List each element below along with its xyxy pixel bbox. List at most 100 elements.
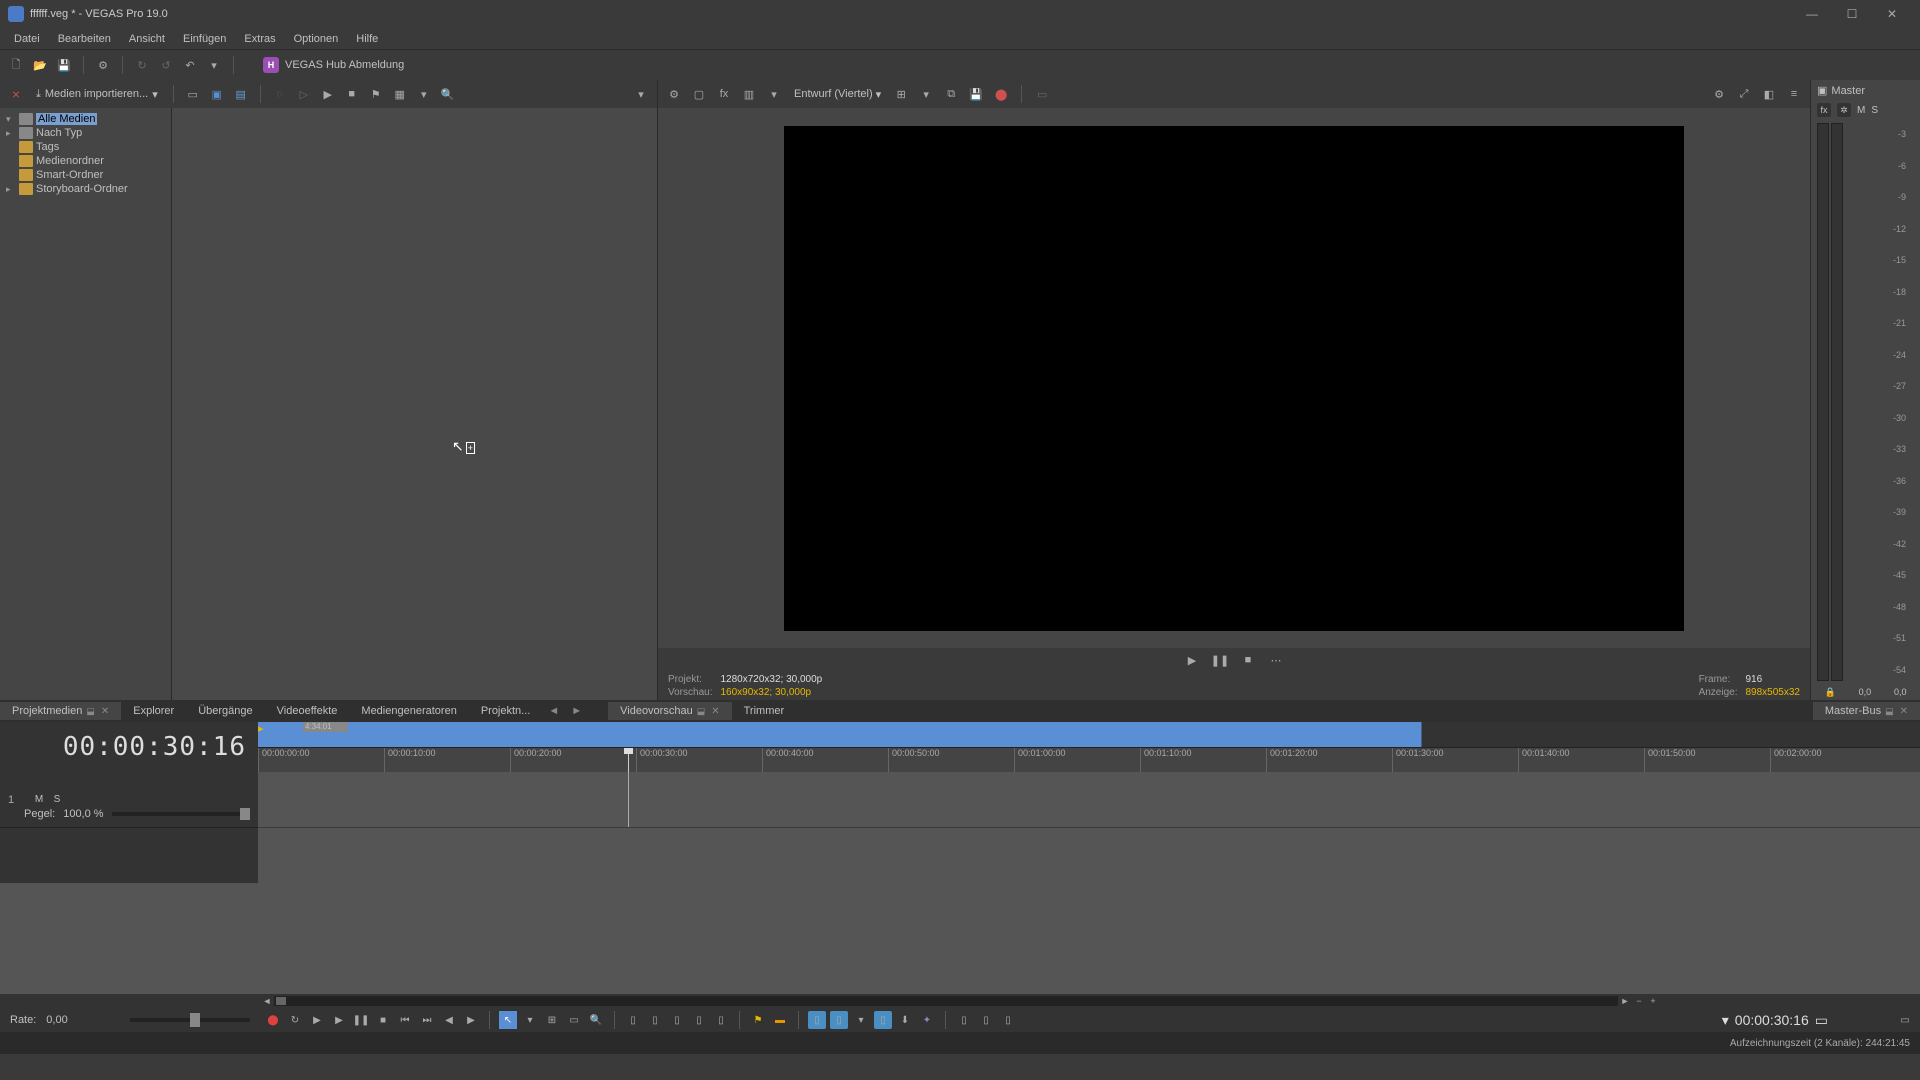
tool-drop-icon[interactable]: ▾: [521, 1011, 539, 1029]
track-mute-button[interactable]: M: [32, 794, 46, 805]
media-drop-area[interactable]: ↖+: [172, 108, 657, 700]
capture-icon[interactable]: ▭: [183, 84, 203, 104]
zoom-in-icon[interactable]: +: [1646, 996, 1660, 1006]
media-fx-icon[interactable]: ▤: [231, 84, 251, 104]
preview-settings-icon[interactable]: ⚙: [664, 84, 684, 104]
loop-region[interactable]: ▸ 4:34:01: [258, 722, 1920, 748]
zoom-out-icon[interactable]: −: [1632, 996, 1646, 1006]
normal-edit-tool[interactable]: ↖: [499, 1011, 517, 1029]
tree-alle-medien[interactable]: ▾Alle Medien: [2, 112, 169, 126]
adjust1-icon[interactable]: ⤢: [1734, 84, 1754, 104]
autofade-button[interactable]: ▯: [874, 1011, 892, 1029]
tab-trimmer[interactable]: Trimmer: [732, 702, 797, 720]
play-media-icon[interactable]: ▶: [318, 84, 338, 104]
maximize-button[interactable]: ☐: [1832, 2, 1872, 26]
horizontal-scrollbar[interactable]: [274, 996, 1618, 1006]
expand-icon[interactable]: ▸: [6, 128, 16, 139]
scroll-left-icon[interactable]: ◄: [260, 996, 274, 1006]
selection-tag[interactable]: 4:34:01: [303, 722, 348, 732]
menu-hilfe[interactable]: Hilfe: [347, 31, 387, 47]
stop-button[interactable]: ■: [374, 1011, 392, 1029]
undo-icon[interactable]: ↶: [180, 55, 200, 75]
tab-mediengeneratoren[interactable]: Mediengeneratoren: [349, 702, 468, 720]
master-fx-button[interactable]: fx: [1817, 103, 1831, 117]
scroll-right-icon[interactable]: ►: [1618, 996, 1632, 1006]
close-icon[interactable]: ✕: [101, 706, 109, 717]
ripple2-button[interactable]: ▯: [830, 1011, 848, 1029]
pegel-slider[interactable]: [112, 812, 250, 816]
play-button[interactable]: ▶: [330, 1011, 348, 1029]
tree-storyboard-ordner[interactable]: ▸Storyboard-Ordner: [2, 182, 169, 196]
menu-datei[interactable]: Datei: [5, 31, 49, 47]
import-dropdown-icon[interactable]: ▾: [152, 88, 158, 101]
preview-play-icon[interactable]: ▶: [1182, 650, 1202, 670]
import-media-button[interactable]: ⤓ Medien importieren... ▾: [30, 86, 164, 103]
minimize-button[interactable]: —: [1792, 2, 1832, 26]
zoom-tool[interactable]: 🔍: [587, 1011, 605, 1029]
save-icon[interactable]: 💾: [54, 55, 74, 75]
menu-optionen[interactable]: Optionen: [285, 31, 348, 47]
master-solo-button[interactable]: S: [1871, 105, 1878, 116]
vegas-hub-button[interactable]: H VEGAS Hub Abmeldung: [263, 57, 404, 73]
external-monitor-icon[interactable]: ▢: [689, 84, 709, 104]
track-solo-button[interactable]: S: [50, 794, 64, 805]
tab-explorer[interactable]: Explorer: [121, 702, 186, 720]
track-lane-1[interactable]: [258, 772, 1920, 828]
tree-nach-typ[interactable]: ▸Nach Typ: [2, 126, 169, 140]
ripple1-button[interactable]: ▯: [808, 1011, 826, 1029]
pin-icon[interactable]: ⬓: [86, 706, 95, 716]
timecode-secondary[interactable]: ▾00:00:30:16▭: [1722, 1012, 1828, 1029]
selection-tool[interactable]: ▭: [565, 1011, 583, 1029]
search-icon[interactable]: 🔍: [438, 84, 458, 104]
master-mute-button[interactable]: M: [1857, 105, 1865, 116]
preview-stop-icon[interactable]: ■: [1238, 650, 1258, 670]
flag-icon[interactable]: ⚑: [366, 84, 386, 104]
next-frame-button[interactable]: ▶: [462, 1011, 480, 1029]
get-media-icon[interactable]: ▣: [207, 84, 227, 104]
track-header-1[interactable]: 1 MS: [0, 772, 258, 828]
go-start-button[interactable]: ⏮: [396, 1011, 414, 1029]
tree-tags[interactable]: Tags: [2, 140, 169, 154]
preview-quality-dropdown[interactable]: Entwurf (Viertel)▾: [789, 86, 886, 103]
save-snapshot-icon[interactable]: 💾: [966, 84, 986, 104]
menu-bearbeiten[interactable]: Bearbeiten: [49, 31, 120, 47]
video-fx-icon[interactable]: fx: [714, 84, 734, 104]
expand-icon[interactable]: ▸: [6, 184, 16, 195]
tab-scroll-right-icon[interactable]: ►: [565, 705, 588, 717]
split-drop-icon[interactable]: ▾: [764, 84, 784, 104]
menu-ansicht[interactable]: Ansicht: [120, 31, 174, 47]
playhead[interactable]: [628, 748, 629, 772]
settings-icon[interactable]: ⚙: [1709, 84, 1729, 104]
pin-icon[interactable]: ⬓: [1885, 706, 1894, 716]
ripple-drop-icon[interactable]: ▾: [852, 1011, 870, 1029]
timecode-display[interactable]: 00:00:30:16: [12, 732, 246, 762]
copy-snapshot-icon[interactable]: ⧉: [941, 84, 961, 104]
fit-button[interactable]: ▭: [1896, 1011, 1914, 1029]
overlays-icon[interactable]: ⊞: [891, 84, 911, 104]
marker-button[interactable]: ⚑: [749, 1011, 767, 1029]
preview-pause-icon[interactable]: ❚❚: [1210, 650, 1230, 670]
pin-icon[interactable]: ⬓: [697, 706, 706, 716]
tab-videovorschau[interactable]: Videovorschau⬓✕: [608, 702, 731, 720]
prev-frame-button[interactable]: ◀: [440, 1011, 458, 1029]
view-icon[interactable]: ▦: [390, 84, 410, 104]
loop-button[interactable]: ↻: [286, 1011, 304, 1029]
tree-medienordner[interactable]: Medienordner: [2, 154, 169, 168]
pause-button[interactable]: ❚❚: [352, 1011, 370, 1029]
overlays-drop-icon[interactable]: ▾: [916, 84, 936, 104]
properties-icon[interactable]: ⚙: [93, 55, 113, 75]
marker-start-icon[interactable]: ▸: [258, 722, 264, 735]
lock-icon[interactable]: 🔒: [1824, 687, 1835, 698]
tab-projektnotizen[interactable]: Projektn...: [469, 702, 543, 720]
region-button[interactable]: ▬: [771, 1011, 789, 1029]
tab-uebergaenge[interactable]: Übergänge: [186, 702, 264, 720]
more-icon[interactable]: ▾: [631, 84, 651, 104]
adjust3-icon[interactable]: ≡: [1784, 84, 1804, 104]
record-icon[interactable]: ⬤: [991, 84, 1011, 104]
tc-box-icon[interactable]: ▭: [1815, 1012, 1828, 1029]
close-button[interactable]: ✕: [1872, 2, 1912, 26]
rate-slider[interactable]: [130, 1018, 250, 1022]
stop-media-icon[interactable]: ■: [342, 84, 362, 104]
close-icon[interactable]: ✕: [711, 706, 719, 717]
open-icon[interactable]: 📂: [30, 55, 50, 75]
